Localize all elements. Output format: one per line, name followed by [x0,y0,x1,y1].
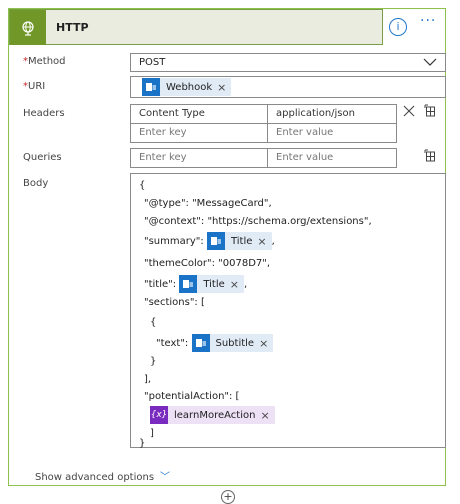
add-step-icon[interactable]: + [221,490,235,504]
header-key-input-empty[interactable]: Enter key [130,123,268,143]
show-advanced-options-link[interactable]: Show advanced options ﹀ [35,468,170,483]
code-line: "sections": [ [144,297,205,308]
more-options-icon[interactable]: ··· [420,13,436,29]
switch-to-text-icon[interactable] [424,104,436,120]
remove-token-icon[interactable]: × [257,235,266,248]
uri-token[interactable]: Webhook × [142,78,232,96]
header-key-input[interactable]: Content Type [130,104,268,124]
code-line: "text": Subtitle × [156,334,274,352]
code-line: {x} learnMoreAction × [150,406,275,424]
uri-label: *URI [23,81,46,92]
expression-icon: {x} [150,406,168,424]
card-title: HTTP [56,21,89,34]
remove-token-icon[interactable]: × [260,409,269,422]
headers-label: Headers [23,108,65,119]
subtitle-token[interactable]: Subtitle × [191,334,274,352]
code-line: } [139,438,146,449]
code-line: "summary": Title ×, [144,232,275,250]
teams-icon [142,78,160,96]
header-value-input[interactable]: application/json [267,104,397,124]
query-key-input[interactable]: Enter key [130,148,268,168]
teams-icon [191,334,210,352]
queries-label: Queries [23,152,62,163]
uri-field[interactable]: Webhook × [130,76,446,98]
code-line: "themeColor": "0078D7", [144,258,271,269]
code-line: { [139,180,146,191]
body-editor[interactable]: { "@type": "MessageCard", "@context": "h… [130,173,446,449]
teams-icon [179,275,198,293]
code-line: } [150,356,157,367]
code-line: ] [150,428,154,439]
header-value-input-empty[interactable]: Enter value [267,123,397,143]
title-token[interactable]: Title × [179,275,244,293]
code-line: "title": Title ×, [144,275,247,293]
http-action-card: HTTP i ··· *Method POST *URI Webhook × He… [8,8,446,486]
remove-token-icon[interactable]: × [230,278,239,291]
summary-token[interactable]: Title × [206,232,272,250]
globe-icon [10,10,46,45]
method-label: *Method [23,56,66,67]
remove-token-icon[interactable]: × [217,81,226,94]
remove-token-icon[interactable]: × [259,337,268,350]
method-select[interactable]: POST [130,53,446,72]
code-line: "potentialAction": [ [144,391,240,402]
code-line: ], [144,374,152,385]
uri-token-label: Webhook [166,81,213,93]
delete-row-icon[interactable] [403,105,415,120]
switch-to-text-icon[interactable] [424,149,436,165]
teams-icon [206,232,225,250]
chevron-down-icon [423,56,437,71]
chevron-down-icon: ﹀ [160,472,171,483]
body-label: Body [23,178,49,189]
code-line: "@type": "MessageCard", [144,198,272,209]
advanced-options-label: Show advanced options [35,472,155,483]
method-value: POST [139,57,166,68]
card-header[interactable]: HTTP i ··· [9,9,445,46]
expression-token[interactable]: {x} learnMoreAction × [150,406,275,424]
card-title-bar[interactable]: HTTP [9,9,383,45]
code-line: { [150,317,157,328]
code-line: "@context": "https://schema.org/extensio… [144,216,372,227]
info-icon[interactable]: i [389,18,407,36]
query-value-input[interactable]: Enter value [267,148,397,168]
